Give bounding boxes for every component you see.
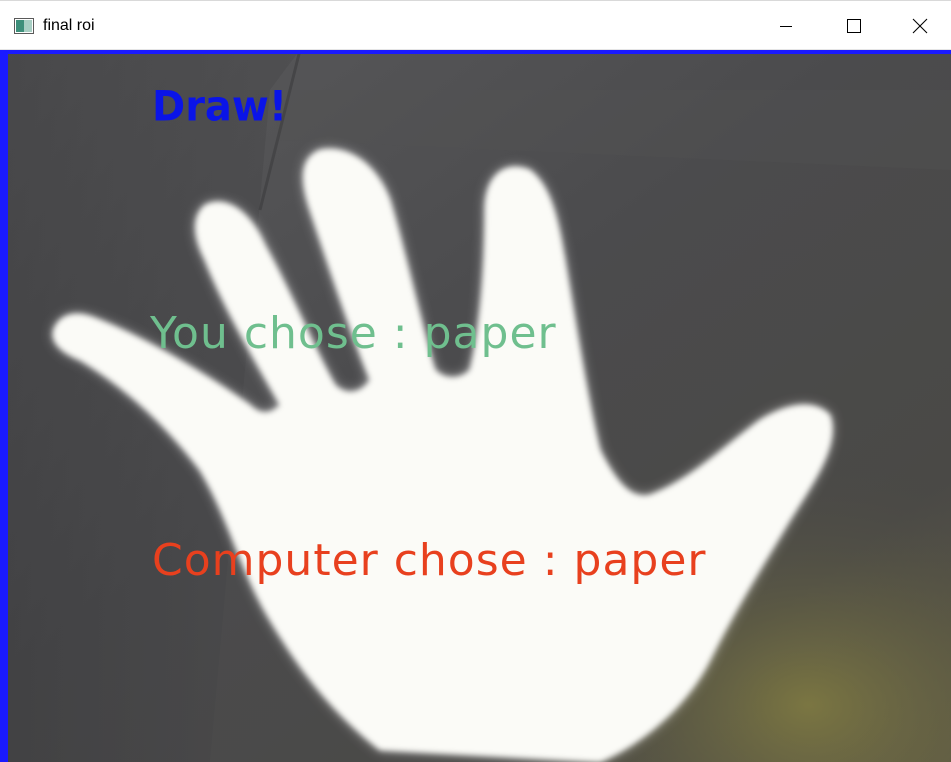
frame-left-border (0, 50, 8, 762)
camera-image (0, 50, 951, 762)
app-window: final roi Draw! You chose: paper Comput… (0, 0, 951, 762)
title-bar[interactable]: final roi (0, 0, 951, 50)
close-button[interactable] (888, 2, 951, 50)
result-text: Draw! (152, 82, 288, 132)
camera-frame: Draw! You chose : paper Computer chose :… (0, 50, 951, 762)
computer-choice-text: Computer chose : paper (152, 535, 707, 586)
maximize-icon (847, 19, 861, 33)
frame-top-border (0, 50, 951, 54)
close-icon (912, 18, 927, 34)
window-title: final roi (43, 17, 95, 34)
minimize-button[interactable] (752, 2, 820, 50)
maximize-button[interactable] (820, 2, 888, 50)
user-choice-text: You chose : paper (150, 308, 557, 359)
minimize-icon (780, 26, 792, 27)
app-icon (14, 18, 34, 34)
